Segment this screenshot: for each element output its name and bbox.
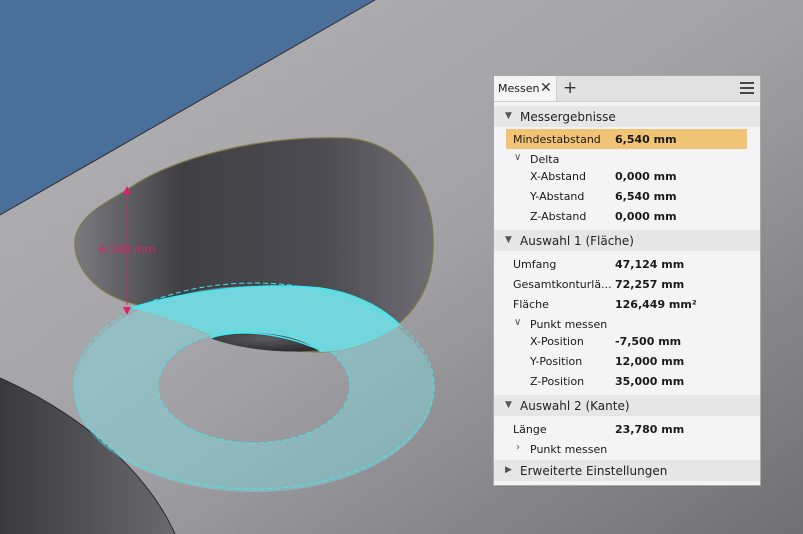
chevron-down-icon[interactable]: ∨ (514, 317, 521, 328)
close-icon[interactable]: ✕ (540, 80, 552, 96)
row-length: Länge 23,780 mm (494, 419, 760, 439)
section-title: Auswahl 1 (Fläche) (520, 234, 634, 248)
perimeter-value: 47,124 mm (615, 258, 685, 271)
area-label: Fläche (513, 298, 549, 311)
row-total-contour: Gesamtkonturlä... 72,257 mm (494, 274, 760, 294)
z-position-label: Z-Position (530, 375, 585, 388)
y-position-label: Y-Position (530, 355, 583, 368)
row-x-distance: X-Abstand 0,000 mm (494, 166, 760, 186)
y-distance-value: 6,540 mm (615, 190, 677, 203)
add-tab-icon[interactable]: + (563, 78, 577, 98)
row-y-position: Y-Position 12,000 mm (494, 351, 760, 371)
min-distance-value: 6,540 mm (615, 133, 677, 146)
expand-triangle-icon: ▶ (505, 465, 512, 475)
min-distance-label: Mindestabstand (513, 133, 601, 146)
chevron-right-icon[interactable]: › (516, 442, 520, 453)
total-contour-label: Gesamtkonturlä... (513, 278, 612, 291)
row-z-position: Z-Position 35,000 mm (494, 371, 760, 391)
z-distance-value: 0,000 mm (615, 210, 677, 223)
x-position-label: X-Position (530, 335, 584, 348)
chevron-down-icon[interactable]: ∨ (514, 152, 521, 163)
row-area: Fläche 126,449 mm² (494, 294, 760, 314)
z-distance-label: Z-Abstand (530, 210, 587, 223)
row-z-distance: Z-Abstand 0,000 mm (494, 206, 760, 226)
section-title: Auswahl 2 (Kante) (520, 399, 630, 413)
y-position-value: 12,000 mm (615, 355, 685, 368)
measure-point-label: Punkt messen (530, 318, 608, 331)
measure-point-label: Punkt messen (530, 443, 608, 456)
z-position-value: 35,000 mm (615, 375, 685, 388)
panel-tabbar: Messen ✕ + (494, 76, 760, 102)
length-value: 23,780 mm (615, 423, 685, 436)
row-perimeter: Umfang 47,124 mm (494, 254, 760, 274)
x-distance-value: 0,000 mm (615, 170, 677, 183)
total-contour-value: 72,257 mm (615, 278, 685, 291)
tab-messen[interactable]: Messen ✕ (494, 76, 557, 101)
section-advanced-header[interactable]: ▶ Erweiterte Einstellungen (494, 460, 760, 481)
measure-panel: Messen ✕ + ▼ Messergebnisse Mindestabsta… (493, 75, 761, 486)
y-distance-label: Y-Abstand (530, 190, 585, 203)
collapse-triangle-icon: ▼ (505, 111, 512, 121)
collapse-triangle-icon: ▼ (505, 235, 512, 245)
collapse-triangle-icon: ▼ (505, 400, 512, 410)
delta-label: Delta (530, 153, 560, 166)
row-x-position: X-Position -7,500 mm (494, 331, 760, 351)
x-distance-label: X-Abstand (530, 170, 586, 183)
row-measure-point-2[interactable]: › Punkt messen (494, 439, 760, 459)
section-selection2-header[interactable]: ▼ Auswahl 2 (Kante) (494, 395, 760, 416)
row-y-distance: Y-Abstand 6,540 mm (494, 186, 760, 206)
row-min-distance[interactable]: Mindestabstand 6,540 mm (494, 129, 760, 149)
section-title: Messergebnisse (520, 110, 616, 124)
length-label: Länge (513, 423, 547, 436)
section-results-header[interactable]: ▼ Messergebnisse (494, 106, 760, 127)
area-value: 126,449 mm² (615, 298, 697, 311)
x-position-value: -7,500 mm (615, 335, 682, 348)
perimeter-label: Umfang (513, 258, 557, 271)
section-selection1-header[interactable]: ▼ Auswahl 1 (Fläche) (494, 230, 760, 251)
hamburger-menu-icon[interactable] (740, 82, 754, 94)
tab-label: Messen (498, 82, 540, 95)
dimension-label: 6,540 mm (99, 243, 155, 256)
section-title: Erweiterte Einstellungen (520, 464, 668, 478)
